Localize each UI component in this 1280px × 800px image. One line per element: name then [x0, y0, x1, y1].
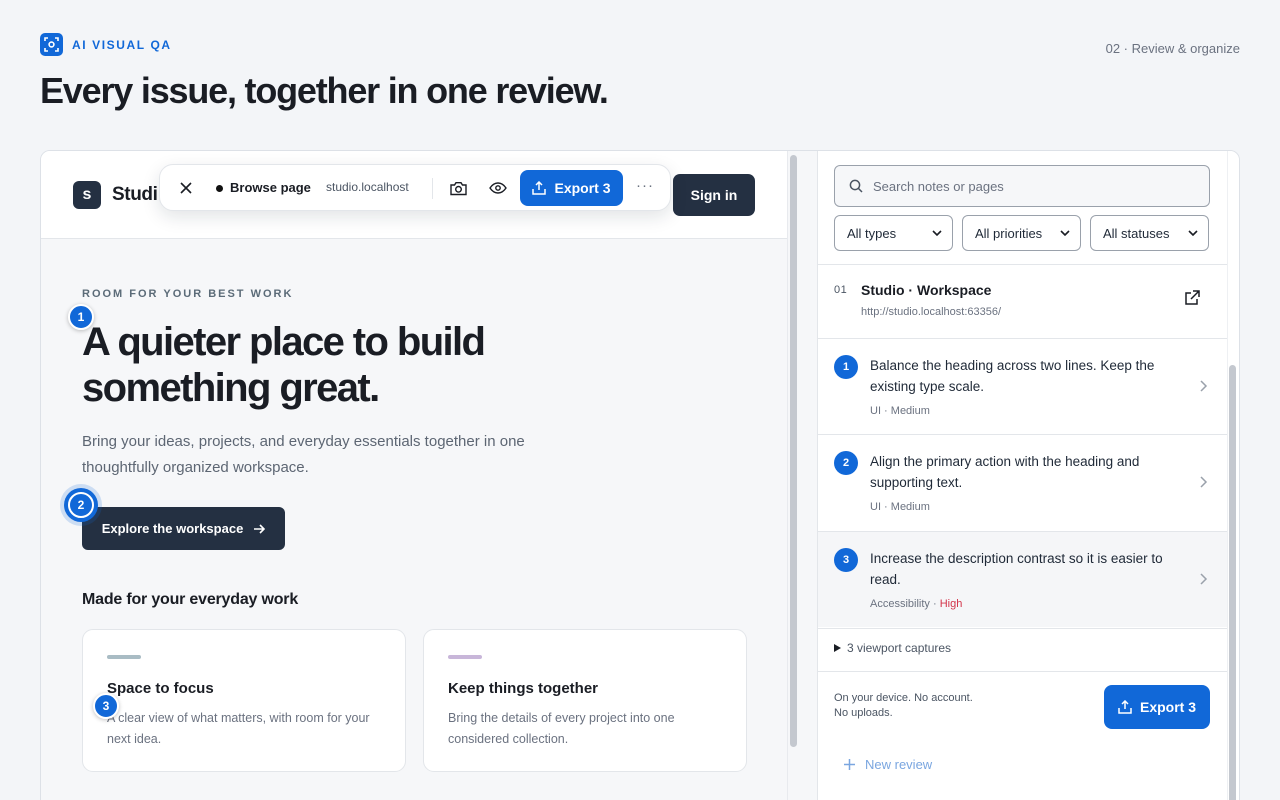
sign-in-button[interactable]: Sign in — [673, 174, 755, 216]
brand-logo-icon — [40, 33, 63, 56]
note-meta: UI · Medium — [870, 501, 930, 513]
page-title: Every issue, together in one review. — [40, 70, 609, 111]
feature-card: Keep things together Bring the details o… — [423, 629, 747, 772]
page-url: http://studio.localhost:63356/ — [861, 306, 1002, 318]
note-text: Increase the description contrast so it … — [870, 551, 1163, 587]
note-meta: UI · Medium — [870, 405, 930, 417]
eye-icon[interactable] — [488, 178, 508, 198]
chevron-right-icon — [1200, 573, 1208, 585]
note-number: 3 — [834, 548, 858, 572]
annotation-marker[interactable]: 1 — [68, 304, 94, 330]
divider — [818, 628, 1228, 629]
chevron-down-icon — [1060, 230, 1070, 236]
panel-export-button[interactable]: Export 3 — [1104, 685, 1210, 729]
note-type: Accessibility — [870, 598, 930, 610]
panel-export-label: Export 3 — [1139, 699, 1196, 715]
note-item-selected[interactable]: 3 Increase the description contrast so i… — [818, 531, 1228, 627]
more-icon[interactable]: ··· — [636, 177, 654, 194]
note-priority: Medium — [890, 501, 930, 513]
note-meta: Accessibility · High — [870, 598, 963, 610]
new-review-label: New review — [865, 757, 933, 772]
note-item[interactable]: 2 Align the primary action with the head… — [818, 434, 1228, 530]
arrow-right-icon — [254, 523, 266, 534]
external-link-icon[interactable] — [1184, 290, 1202, 308]
card-title: Keep things together — [448, 680, 599, 697]
brand: AI VISUAL QA — [40, 33, 172, 56]
new-review-button[interactable]: New review — [844, 757, 932, 772]
review-toolbar: Browse page studio.localhost Export 3 ··… — [159, 164, 671, 211]
priority-filter-value: All priorities — [975, 225, 1043, 241]
browse-mode-label[interactable]: Browse page — [230, 180, 311, 195]
explore-workspace-button[interactable]: Explore the workspace — [82, 507, 285, 550]
toolbar-export-button[interactable]: Export 3 — [520, 170, 623, 206]
filter-row: All types All priorities All statuses — [834, 215, 1209, 251]
privacy-note: On your device. No account. No uploads. — [834, 692, 973, 719]
page-number: 01 — [834, 284, 848, 296]
card-text: Bring the details of every project into … — [448, 711, 675, 746]
note-priority: Medium — [890, 405, 930, 417]
note-number: 1 — [834, 355, 858, 379]
chevron-down-icon — [932, 230, 942, 236]
hero-description: Bring your ideas, projects, and everyday… — [82, 433, 525, 476]
site-preview: s Studi Sign in ROOM FOR YOUR BEST WORK … — [41, 151, 787, 800]
search-box[interactable] — [834, 165, 1210, 207]
page-group-title: Studio · Workspace — [861, 282, 992, 298]
divider — [818, 264, 1228, 265]
note-text: Balance the heading across two lines. Ke… — [870, 358, 1155, 394]
search-icon — [849, 179, 863, 193]
note-type: UI — [870, 405, 881, 417]
card-accent-bar — [107, 655, 141, 659]
toolbar-export-label: Export 3 — [554, 180, 611, 196]
explore-workspace-label: Explore the workspace — [101, 521, 244, 536]
hero-eyebrow: ROOM FOR YOUR BEST WORK — [82, 288, 294, 300]
site-name: Studi — [112, 184, 158, 205]
review-panel: All types All priorities All statuses 01… — [817, 151, 1228, 800]
search-input[interactable] — [873, 178, 1193, 194]
feature-card: Space to focus A clear view of what matt… — [82, 629, 406, 772]
status-filter-value: All statuses — [1103, 225, 1170, 241]
annotation-marker-selected[interactable]: 2 — [68, 492, 94, 518]
section-title: Made for your everyday work — [82, 591, 299, 608]
priority-filter-select[interactable]: All priorities — [962, 215, 1081, 251]
chevron-down-icon — [1188, 230, 1198, 236]
annotation-marker[interactable]: 3 — [93, 693, 119, 719]
chevron-right-icon — [1200, 476, 1208, 488]
note-priority-high: High — [939, 598, 963, 610]
brand-label: AI VISUAL QA — [72, 37, 172, 52]
review-frame: s Studi Sign in ROOM FOR YOUR BEST WORK … — [40, 150, 1240, 800]
viewport-captures-label: 3 viewport captures — [847, 641, 952, 655]
note-text: Align the primary action with the headin… — [870, 454, 1140, 490]
card-text: A clear view of what matters, with room … — [107, 711, 370, 746]
camera-icon[interactable] — [448, 178, 468, 198]
step-indicator: 02 · Review & organize — [1105, 41, 1240, 56]
close-icon[interactable] — [176, 178, 196, 198]
card-accent-bar — [448, 655, 482, 659]
panel-scrollbar-thumb[interactable] — [1229, 365, 1236, 800]
caret-right-icon — [834, 644, 841, 652]
preview-scrollbar-thumb[interactable] — [790, 155, 797, 747]
share-icon — [1118, 700, 1132, 714]
type-filter-value: All types — [847, 225, 897, 241]
chevron-right-icon — [1200, 380, 1208, 392]
share-icon — [532, 181, 547, 195]
mode-dot-icon — [216, 185, 223, 192]
note-number: 2 — [834, 451, 858, 475]
card-title: Space to focus — [107, 680, 214, 697]
divider — [818, 671, 1228, 672]
toolbar-divider — [432, 178, 433, 199]
viewport-captures-toggle[interactable]: 3 viewport captures — [834, 641, 951, 655]
note-item[interactable]: 1 Balance the heading across two lines. … — [818, 338, 1228, 434]
site-logo[interactable]: s — [73, 181, 101, 209]
note-type: UI — [870, 501, 881, 513]
plus-icon — [844, 759, 855, 770]
hero-title: A quieter place to build something great… — [82, 320, 486, 410]
status-filter-select[interactable]: All statuses — [1090, 215, 1209, 251]
type-filter-select[interactable]: All types — [834, 215, 953, 251]
host-label: studio.localhost — [326, 180, 409, 194]
